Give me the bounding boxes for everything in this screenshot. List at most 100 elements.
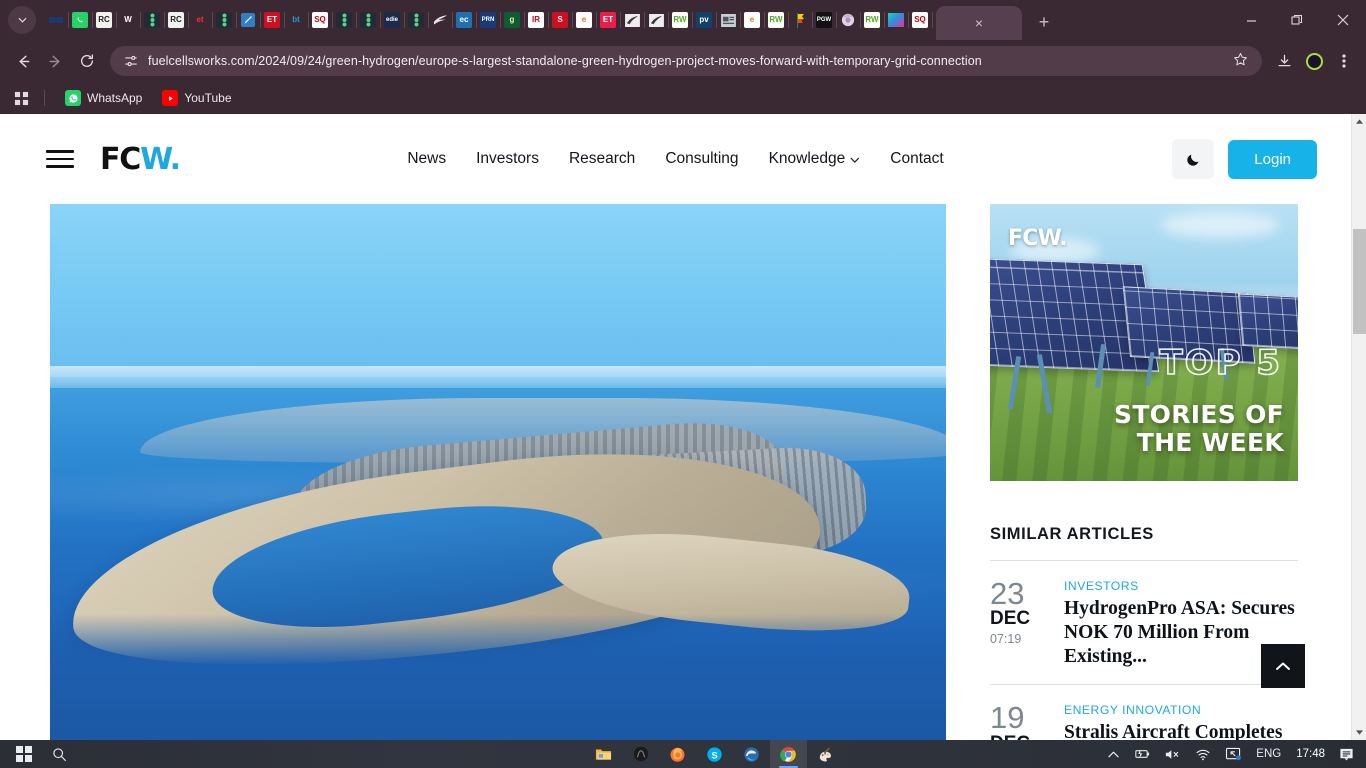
page-scrollbar[interactable]: [1351, 114, 1366, 740]
minimize-button[interactable]: [1228, 0, 1274, 40]
news-grey-favicon-icon: [720, 12, 736, 28]
taskbar-app-skype[interactable]: S: [696, 740, 733, 768]
active-tab[interactable]: ×: [936, 6, 1022, 40]
paint-icon: [819, 747, 831, 761]
pinned-tab-et-news[interactable]: ET: [260, 3, 285, 37]
forward-button[interactable]: [40, 46, 70, 76]
top-stories-promo-banner[interactable]: FCW. TOP 5 STORIES OF THE WEEK: [990, 204, 1298, 481]
tray-screen-share-icon[interactable]: [1218, 740, 1249, 768]
pinned-tab-edie[interactable]: edie: [380, 3, 405, 37]
reload-button[interactable]: [72, 46, 102, 76]
close-tab-icon[interactable]: ×: [975, 16, 983, 30]
taskbar-app-file-explorer[interactable]: [585, 740, 622, 768]
pinned-tab-colorful-flag[interactable]: [788, 3, 813, 37]
tray-action-center-notification-icon[interactable]: [1333, 740, 1362, 768]
pinned-tab-rw-green-3[interactable]: RW: [860, 3, 885, 37]
scrollbar-up-arrow-icon[interactable]: [1352, 114, 1366, 129]
nav-item-knowledge[interactable]: Knowledge: [769, 150, 861, 168]
similar-article-item[interactable]: 19DEC ENERGY INNOVATION Stralis Aircraft C…: [990, 684, 1298, 740]
bookmark-whatsapp[interactable]: WhatsApp: [57, 87, 150, 109]
similar-article-item[interactable]: 23 DEC 07:19 INVESTORS HydrogenPro ASA: Secu…: [990, 560, 1298, 684]
pinned-tab-et-pink[interactable]: ET: [596, 3, 621, 37]
tray-wifi-icon[interactable]: [1188, 740, 1218, 768]
tray-language-indicator[interactable]: ENG: [1249, 740, 1288, 768]
nav-item-news[interactable]: News: [407, 150, 446, 168]
pinned-tab-business-today[interactable]: bt: [284, 3, 309, 37]
pinned-tab-rw-green[interactable]: RW: [668, 3, 693, 37]
pinned-tab-blue-bar[interactable]: [44, 3, 69, 37]
taskbar-app-firefox[interactable]: [659, 740, 696, 768]
nav-item-consulting[interactable]: Consulting: [665, 150, 738, 168]
pinned-tab-swoosh[interactable]: [428, 3, 453, 37]
tray-volume-muted-icon[interactable]: [1157, 740, 1188, 768]
pinned-tab-prn-newswire[interactable]: PRN: [476, 3, 501, 37]
pinned-tab-pv-magazine[interactable]: pv: [692, 3, 717, 37]
pinned-tab-guardian[interactable]: g: [500, 3, 525, 37]
address-bar[interactable]: fuelcellsworks.com/2024/09/24/green-hydr…: [110, 46, 1262, 76]
pinned-tab-dots-green-4[interactable]: [356, 3, 381, 37]
pinned-tab-whatsapp[interactable]: [68, 3, 93, 37]
nav-item-research[interactable]: Research: [569, 150, 635, 168]
pinned-tab-sq-news[interactable]: SQ: [308, 3, 333, 37]
scroll-to-top-button[interactable]: [1261, 644, 1305, 688]
dark-mode-moon-icon[interactable]: [1172, 139, 1215, 179]
pinned-tab-s-red[interactable]: S: [548, 3, 573, 37]
taskbar-app-dark-circle[interactable]: [622, 740, 659, 768]
pinned-tab-researchgate[interactable]: RC: [92, 3, 117, 37]
apps-grid-icon[interactable]: [10, 87, 32, 109]
pinned-tab-grey-mark[interactable]: [620, 3, 645, 37]
pinned-tab-rw-green-2[interactable]: RW: [764, 3, 789, 37]
bookmark-star-icon[interactable]: [1227, 52, 1254, 70]
bookmark-label: WhatsApp: [87, 91, 143, 105]
maximize-restore-button[interactable]: [1274, 0, 1320, 40]
pinned-tab-chrome-pale[interactable]: [836, 3, 861, 37]
pinned-tab-ec-europa[interactable]: ec: [452, 3, 477, 37]
taskbar-search-button[interactable]: [42, 740, 76, 768]
hamburger-menu-icon[interactable]: [46, 150, 74, 168]
nav-item-label: Knowledge: [768, 150, 846, 167]
pinned-tab-pgw-black[interactable]: PGW: [812, 3, 837, 37]
pinned-tab-internet-explorer[interactable]: e: [572, 3, 597, 37]
pinned-tab-gradient-tile[interactable]: [884, 3, 909, 37]
taskbar-app-google-chrome[interactable]: [770, 740, 807, 768]
scrollbar-thumb[interactable]: [1353, 229, 1366, 334]
nav-item-contact[interactable]: Contact: [890, 150, 943, 168]
profile-avatar[interactable]: [1300, 47, 1328, 75]
chrome-kebab-menu-icon[interactable]: [1330, 47, 1358, 75]
site-settings-tune-icon[interactable]: [120, 50, 142, 72]
pinned-tab-dots-green-5[interactable]: [404, 3, 429, 37]
tray-battery-charging-icon[interactable]: [1126, 740, 1157, 768]
taskbar-app-microsoft-edge[interactable]: [733, 740, 770, 768]
pinned-tab-wiley[interactable]: W: [116, 3, 141, 37]
pinned-tab-grey-mark-2[interactable]: [644, 3, 669, 37]
new-tab-button[interactable]: +: [1030, 8, 1058, 36]
scrollbar-down-arrow-icon[interactable]: [1352, 725, 1366, 740]
pinned-tab-edge-e[interactable]: e: [740, 3, 765, 37]
site-logo[interactable]: FCW.: [100, 142, 181, 177]
article-category[interactable]: INVESTORS: [1064, 579, 1298, 593]
pinned-tab-researchgate-2[interactable]: RC: [164, 3, 189, 37]
bookmark-youtube[interactable]: YouTube: [154, 87, 239, 109]
close-window-button[interactable]: [1320, 0, 1366, 40]
tray-clock[interactable]: 17:48: [1288, 748, 1333, 760]
start-button[interactable]: [6, 740, 42, 768]
pinned-tab-dots-green-1[interactable]: [140, 3, 165, 37]
pinned-tab-economic-times[interactable]: et: [188, 3, 213, 37]
s-red-favicon-icon: S: [552, 12, 568, 28]
taskbar-app-paint[interactable]: [807, 740, 844, 768]
pinned-tab-dots-green-3[interactable]: [332, 3, 357, 37]
nav-item-investors[interactable]: Investors: [476, 150, 539, 168]
article-category[interactable]: ENERGY INNOVATION: [1064, 703, 1298, 717]
downloads-icon[interactable]: [1270, 47, 1298, 75]
tray-overflow-chevron-up-icon[interactable]: [1101, 740, 1126, 768]
pinned-tab-sq-news-2[interactable]: SQ: [908, 3, 933, 37]
login-button[interactable]: Login: [1228, 139, 1317, 179]
url-text[interactable]: fuelcellsworks.com/2024/09/24/green-hydr…: [142, 54, 1227, 68]
pinned-tab-news-grey[interactable]: [716, 3, 741, 37]
article-headline[interactable]: Stralis Aircraft Completes Key: [1064, 721, 1298, 740]
tab-search-chevron-down-icon[interactable]: [8, 6, 36, 34]
pinned-tab-pen-blue[interactable]: [236, 3, 261, 37]
back-button[interactable]: [8, 46, 38, 76]
pinned-tab-dots-green-2[interactable]: [212, 3, 237, 37]
pinned-tab-ir-magazine[interactable]: IR: [524, 3, 549, 37]
